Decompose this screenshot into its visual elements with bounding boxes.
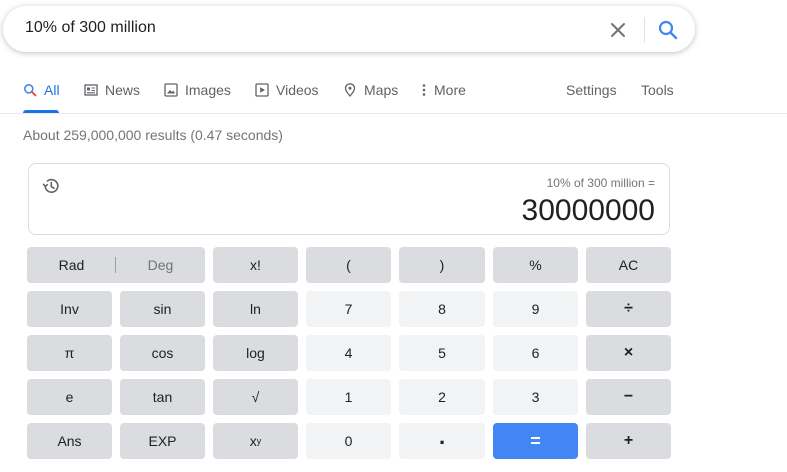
tab-tools[interactable]: Tools xyxy=(641,82,674,98)
search-input[interactable] xyxy=(25,19,585,37)
divide-key[interactable]: ÷ xyxy=(586,291,671,327)
tab-label: All xyxy=(44,82,60,98)
tab-more[interactable]: More xyxy=(420,82,466,98)
right-paren-key[interactable]: ) xyxy=(399,247,485,283)
subtract-key[interactable]: − xyxy=(586,379,671,415)
calculator-result: 30000000 xyxy=(521,194,655,227)
search-tabs: All News Images Videos Maps More Setting… xyxy=(0,72,787,114)
tab-label: More xyxy=(434,82,466,98)
image-icon xyxy=(164,83,178,97)
calculator-display: 10% of 300 million = 30000000 xyxy=(28,163,670,235)
exp-key[interactable]: EXP xyxy=(120,423,205,459)
history-icon[interactable] xyxy=(41,176,61,196)
tab-label: Tools xyxy=(641,82,674,98)
multiply-key[interactable]: × xyxy=(586,335,671,371)
deg-button[interactable]: Deg xyxy=(116,247,205,283)
digit-2-key[interactable]: 2 xyxy=(399,379,485,415)
tab-settings[interactable]: Settings xyxy=(566,82,617,98)
power-key-exponent: y xyxy=(256,436,262,446)
tabs-divider xyxy=(0,113,787,114)
power-key[interactable]: xy xyxy=(213,423,298,459)
left-paren-key[interactable]: ( xyxy=(306,247,391,283)
ln-key[interactable]: ln xyxy=(213,291,298,327)
map-pin-icon xyxy=(343,83,357,97)
search-box xyxy=(3,6,695,52)
digit-3-key[interactable]: 3 xyxy=(493,379,578,415)
pi-key[interactable]: π xyxy=(27,335,112,371)
factorial-key[interactable]: x! xyxy=(213,247,298,283)
sin-key[interactable]: sin xyxy=(120,291,205,327)
searchbox-divider xyxy=(644,17,645,43)
tab-label: Videos xyxy=(276,82,319,98)
ans-key[interactable]: Ans xyxy=(27,423,112,459)
power-key-base: x xyxy=(249,433,257,449)
digit-5-key[interactable]: 5 xyxy=(399,335,485,371)
tan-key[interactable]: tan xyxy=(120,379,205,415)
e-key[interactable]: e xyxy=(27,379,112,415)
tab-label: Images xyxy=(185,82,231,98)
digit-9-key[interactable]: 9 xyxy=(493,291,578,327)
tab-videos[interactable]: Videos xyxy=(255,82,319,98)
digit-8-key[interactable]: 8 xyxy=(399,291,485,327)
equals-key[interactable]: = xyxy=(493,423,578,459)
tab-maps[interactable]: Maps xyxy=(343,82,398,98)
add-key[interactable]: + xyxy=(586,423,671,459)
tab-label: Settings xyxy=(566,82,617,98)
digit-1-key[interactable]: 1 xyxy=(306,379,391,415)
tab-label: Maps xyxy=(364,82,399,98)
digit-0-key[interactable]: 0 xyxy=(306,423,391,459)
digit-7-key[interactable]: 7 xyxy=(306,291,391,327)
search-icon xyxy=(23,83,37,97)
all-clear-key[interactable]: AC xyxy=(586,247,671,283)
more-vert-icon xyxy=(420,83,428,97)
percent-key[interactable]: % xyxy=(493,247,578,283)
decimal-point-key[interactable]: . xyxy=(399,423,485,459)
rad-deg-toggle: Rad Deg xyxy=(27,247,205,283)
tab-all[interactable]: All xyxy=(23,82,60,98)
tab-label: News xyxy=(105,82,141,98)
video-icon xyxy=(255,83,269,97)
tab-images[interactable]: Images xyxy=(164,82,231,98)
rad-button[interactable]: Rad xyxy=(27,247,116,283)
news-icon xyxy=(84,83,98,97)
tab-news[interactable]: News xyxy=(84,82,140,98)
search-icon[interactable] xyxy=(656,18,680,42)
sqrt-key[interactable]: √ xyxy=(213,379,298,415)
calculator-expression: 10% of 300 million = xyxy=(546,176,655,190)
digit-6-key[interactable]: 6 xyxy=(493,335,578,371)
inv-key[interactable]: Inv xyxy=(27,291,112,327)
clear-icon[interactable] xyxy=(607,19,629,41)
cos-key[interactable]: cos xyxy=(120,335,205,371)
digit-4-key[interactable]: 4 xyxy=(306,335,391,371)
result-stats: About 259,000,000 results (0.47 seconds) xyxy=(23,127,283,143)
log-key[interactable]: log xyxy=(213,335,298,371)
